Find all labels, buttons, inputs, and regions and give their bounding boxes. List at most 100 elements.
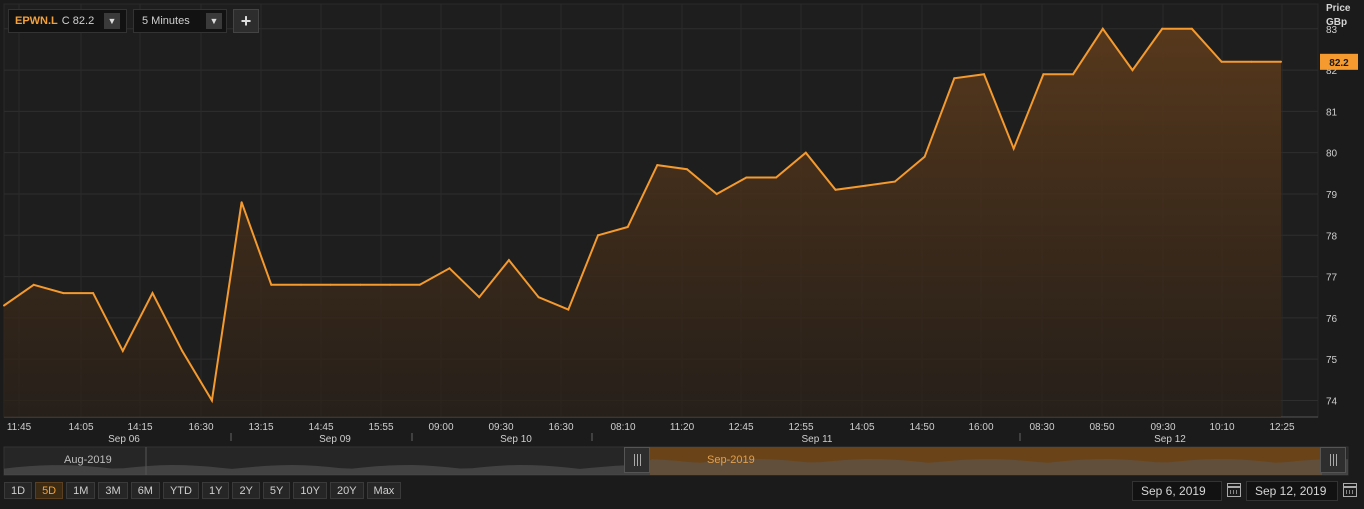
data-point [893, 180, 896, 183]
x-day-label: Sep 10 [500, 434, 532, 445]
last-price-label: 82.2 [1329, 58, 1349, 69]
data-point [121, 349, 124, 352]
data-point [1161, 27, 1164, 30]
data-point [1131, 69, 1134, 72]
start-date-field[interactable]: Sep 6, 2019 [1132, 481, 1222, 501]
data-point [1072, 73, 1075, 76]
chevron-down-icon[interactable]: ▼ [104, 13, 120, 29]
data-point [834, 188, 837, 191]
interval-label: 5 Minutes [142, 15, 190, 27]
data-point [62, 292, 65, 295]
data-point [745, 176, 748, 179]
data-point [359, 283, 362, 286]
navigator-right-handle[interactable] [1320, 447, 1346, 473]
calendar-icon[interactable] [1227, 483, 1241, 497]
data-point [507, 259, 510, 262]
chevron-down-icon[interactable]: ▼ [206, 13, 222, 29]
add-indicator-button[interactable]: + [233, 9, 259, 33]
x-day-label: Sep 11 [802, 434, 833, 445]
range-button-ytd[interactable]: YTD [162, 482, 199, 499]
data-point [478, 296, 481, 299]
y-tick-label: 75 [1326, 355, 1338, 366]
x-tick-label: 08:30 [1029, 422, 1054, 433]
data-point [864, 184, 867, 187]
data-point [567, 308, 570, 311]
x-tick-label: 12:45 [728, 422, 753, 433]
data-point [1250, 60, 1253, 63]
data-point [1220, 60, 1223, 63]
range-button-1d[interactable]: 1D [4, 482, 33, 499]
y-tick-label: 79 [1326, 190, 1338, 201]
x-tick-label: 12:25 [1269, 422, 1294, 433]
price-chart: 7475767778798081828311:45 14:05 14:15 16:30… [3, 3, 1358, 476]
data-point [1280, 60, 1282, 63]
range-button-1m[interactable]: 1M [66, 482, 96, 499]
navigator-left-label: Aug-2019 [64, 454, 112, 466]
data-point [626, 226, 629, 228]
data-point [300, 283, 302, 286]
navigator-right-label: Sep-2019 [707, 454, 755, 466]
data-point [418, 283, 421, 286]
range-button-6m[interactable]: 6M [130, 482, 160, 499]
currency-axis-title: GBp [1326, 17, 1348, 28]
data-point [686, 168, 688, 171]
y-tick-label: 80 [1326, 149, 1338, 160]
x-tick-label: 08:50 [1089, 422, 1114, 433]
x-tick-label: 14:15 [127, 422, 152, 433]
x-tick-label: 09:30 [488, 422, 513, 433]
range-button-5y[interactable]: 5Y [262, 482, 291, 499]
data-point [1012, 147, 1015, 150]
data-point [210, 399, 213, 402]
data-point [804, 151, 807, 154]
calendar-icon[interactable] [1343, 483, 1357, 497]
x-day-label: Sep 06 [108, 434, 140, 445]
x-tick-label: 16:30 [548, 422, 573, 433]
data-point [983, 73, 985, 76]
data-point [92, 292, 95, 295]
range-button-20y[interactable]: 20Y [329, 482, 364, 499]
symbol-label: EPWN.L [15, 15, 58, 27]
range-button-3m[interactable]: 3M [98, 482, 128, 499]
x-tick-label: 10:10 [1209, 422, 1234, 433]
data-point [448, 267, 451, 270]
range-button-10y[interactable]: 10Y [293, 482, 327, 499]
x-tick-label: 12:55 [788, 422, 813, 433]
symbol-selector[interactable]: EPWN.L C 82.2 ▼ [8, 9, 127, 33]
x-tick-label: 15:55 [368, 422, 393, 433]
range-button-2y[interactable]: 2Y [232, 482, 260, 499]
data-point [537, 296, 540, 299]
data-point [715, 193, 718, 195]
x-tick-label: 16:30 [188, 422, 213, 433]
y-tick-label: 77 [1326, 273, 1338, 284]
data-point [656, 164, 659, 167]
x-day-label: Sep 12 [1154, 434, 1186, 445]
data-point [329, 283, 332, 286]
toolbar: EPWN.L C 82.2 ▼ 5 Minutes ▼ + [8, 9, 259, 35]
data-point [1042, 73, 1045, 76]
data-point [597, 234, 599, 237]
y-tick-label: 76 [1326, 314, 1338, 325]
data-point [270, 283, 273, 286]
range-buttons: 1D 5D 1M 3M 6M YTD 1Y 2Y 5Y 10Y 20Y Max [4, 482, 402, 499]
data-point [240, 201, 243, 204]
navigator-left-handle[interactable] [624, 447, 650, 473]
x-day-label: Sep 09 [319, 434, 351, 445]
interval-selector[interactable]: 5 Minutes ▼ [133, 9, 227, 33]
data-point [775, 176, 778, 179]
x-tick-label: 09:00 [428, 422, 453, 433]
x-tick-label: 11:45 [7, 422, 32, 433]
data-point [1190, 27, 1193, 30]
data-point [181, 349, 184, 352]
data-point [32, 283, 35, 286]
data-point [3, 304, 5, 307]
range-button-1y[interactable]: 1Y [201, 482, 230, 499]
x-tick-label: 14:05 [68, 422, 93, 433]
x-tick-label: 09:30 [1150, 422, 1175, 433]
data-point [151, 292, 154, 295]
y-tick-label: 81 [1326, 107, 1338, 118]
range-button-max[interactable]: Max [366, 482, 402, 499]
end-date-field[interactable]: Sep 12, 2019 [1246, 481, 1338, 501]
x-tick-label: 14:50 [909, 422, 934, 433]
x-tick-label: 14:45 [308, 422, 333, 433]
range-button-5d[interactable]: 5D [35, 482, 64, 499]
